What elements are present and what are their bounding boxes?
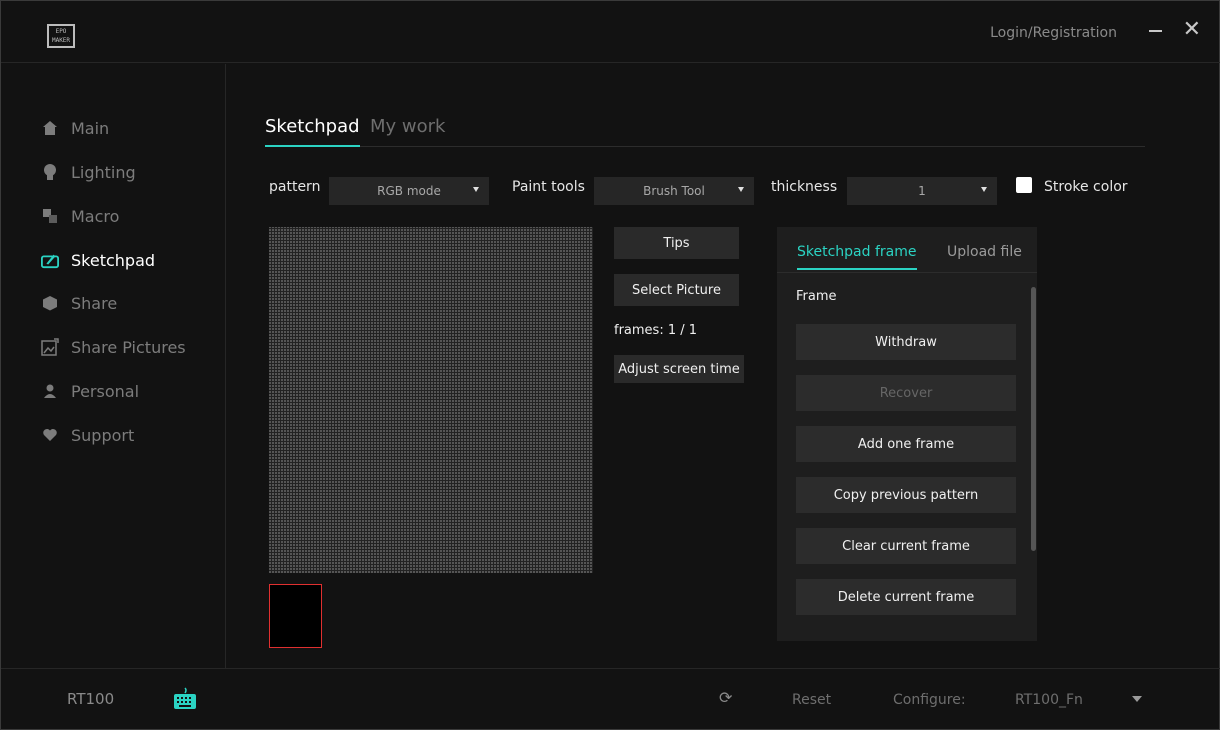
- tab-sketchpad-frame[interactable]: Sketchpad frame: [797, 244, 917, 270]
- frame-thumbnail[interactable]: [269, 584, 322, 648]
- add-one-frame-button[interactable]: Add one frame: [796, 426, 1016, 462]
- sidebar-item-main[interactable]: Main: [41, 116, 109, 140]
- frame-section-label: Frame: [796, 289, 837, 304]
- sidebar-item-label: Share Pictures: [71, 337, 186, 357]
- sidebar-item-share[interactable]: Share: [41, 291, 117, 315]
- select-picture-button[interactable]: Select Picture: [614, 274, 739, 306]
- pattern-select[interactable]: RGB mode: [329, 177, 489, 205]
- macro-icon: [41, 207, 59, 225]
- close-icon[interactable]: ✕: [1183, 17, 1201, 43]
- pattern-value: RGB mode: [377, 184, 441, 198]
- paint-tools-select[interactable]: Brush Tool: [594, 177, 754, 205]
- sidebar-item-macro[interactable]: Macro: [41, 204, 119, 228]
- person-icon: [41, 382, 59, 400]
- bulb-icon: [41, 163, 59, 181]
- main-tabs: Sketchpad My work: [265, 113, 1145, 147]
- thickness-value: 1: [918, 184, 926, 198]
- configure-label: Configure:: [893, 692, 966, 708]
- paint-tools-label: Paint tools: [512, 179, 585, 195]
- sidebar: Main Lighting Macro Sketchpad Share Shar…: [1, 64, 226, 668]
- epomaker-logo: EPO MAKER: [47, 24, 75, 48]
- keyboard-icon[interactable]: [173, 687, 197, 711]
- thickness-select[interactable]: 1: [847, 177, 997, 205]
- sidebar-item-sketchpad[interactable]: Sketchpad: [41, 248, 155, 272]
- withdraw-button[interactable]: Withdraw: [796, 324, 1016, 360]
- sidebar-item-share-pictures[interactable]: Share Pictures: [41, 335, 186, 359]
- frames-counter: frames: 1 / 1: [614, 323, 698, 338]
- chevron-down-icon[interactable]: [1132, 696, 1142, 702]
- minimize-icon[interactable]: [1149, 30, 1162, 32]
- pattern-label: pattern: [269, 179, 321, 195]
- reset-button[interactable]: Reset: [792, 692, 831, 708]
- picture-share-icon: [41, 338, 59, 356]
- sketch-canvas[interactable]: [269, 227, 593, 573]
- sidebar-item-personal[interactable]: Personal: [41, 379, 139, 403]
- sidebar-item-lighting[interactable]: Lighting: [41, 160, 136, 184]
- frame-panel: Sketchpad frame Upload file Frame Withdr…: [777, 227, 1037, 641]
- sketchpad-icon: [41, 251, 59, 269]
- thickness-label: thickness: [771, 179, 838, 195]
- login-registration-link[interactable]: Login/Registration: [990, 25, 1117, 41]
- tab-sketchpad[interactable]: Sketchpad: [265, 116, 360, 147]
- stroke-color-label: Stroke color: [1044, 179, 1128, 195]
- tips-button[interactable]: Tips: [614, 227, 739, 259]
- panel-scrollbar[interactable]: [1031, 287, 1036, 551]
- copy-previous-pattern-button[interactable]: Copy previous pattern: [796, 477, 1016, 513]
- stroke-color-checkbox[interactable]: [1016, 177, 1032, 193]
- title-bar: EPO MAKER Login/Registration ✕: [1, 1, 1220, 63]
- sidebar-item-label: Macro: [71, 206, 120, 226]
- chevron-down-icon: [981, 187, 987, 192]
- heart-icon: [41, 426, 59, 444]
- panel-divider: [777, 272, 1037, 273]
- sidebar-item-support[interactable]: Support: [41, 423, 134, 447]
- status-bar: RT100 ⟳ Reset Configure: RT100_Fn: [1, 668, 1220, 730]
- tab-upload-file[interactable]: Upload file: [947, 244, 1022, 270]
- sidebar-item-label: Sketchpad: [71, 250, 156, 270]
- sidebar-item-label: Share: [71, 293, 118, 313]
- sidebar-item-label: Support: [71, 425, 135, 445]
- paint-tools-value: Brush Tool: [643, 184, 705, 198]
- delete-current-frame-button[interactable]: Delete current frame: [796, 579, 1016, 615]
- recover-button[interactable]: Recover: [796, 375, 1016, 411]
- sidebar-item-label: Main: [71, 118, 110, 138]
- chevron-down-icon: [738, 187, 744, 192]
- configure-select[interactable]: RT100_Fn: [1015, 692, 1083, 708]
- cube-icon: [41, 294, 59, 312]
- tab-my-work[interactable]: My work: [370, 116, 445, 147]
- sidebar-item-label: Lighting: [71, 162, 136, 182]
- sidebar-item-label: Personal: [71, 381, 140, 401]
- chevron-down-icon: [473, 187, 479, 192]
- home-icon: [41, 119, 59, 137]
- refresh-icon[interactable]: ⟳: [719, 688, 732, 707]
- clear-current-frame-button[interactable]: Clear current frame: [796, 528, 1016, 564]
- adjust-screen-time-button[interactable]: Adjust screen time: [614, 355, 744, 383]
- app-window: EPO MAKER Login/Registration ✕ Main Light…: [0, 0, 1220, 730]
- device-name: RT100: [67, 690, 115, 708]
